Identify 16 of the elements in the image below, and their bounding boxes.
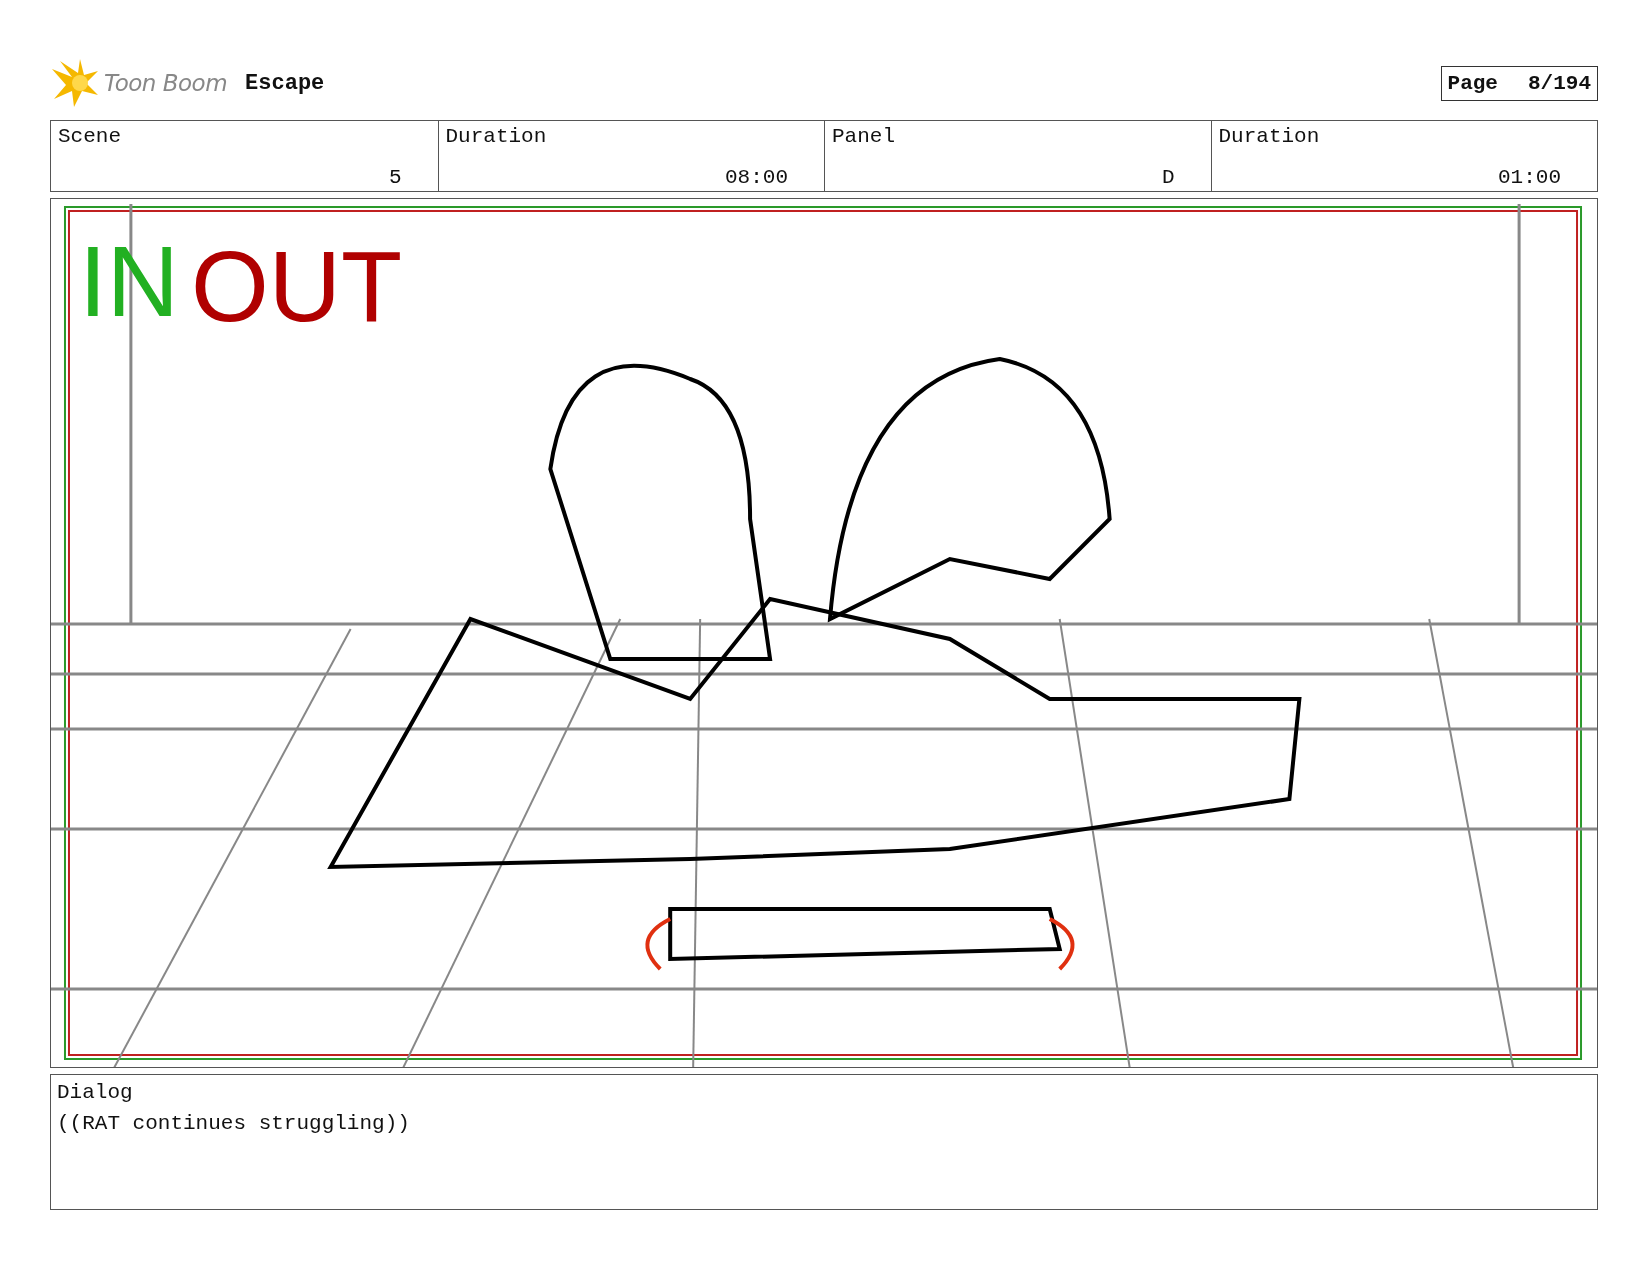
dialog-text: ((RAT continues struggling)) — [57, 1112, 411, 1135]
field-label: Panel — [832, 125, 895, 148]
out-marker: OUT — [191, 236, 403, 336]
project-title: Escape — [245, 70, 325, 96]
page-indicator: Page 8/194 — [1440, 65, 1598, 101]
field-value: 5 — [388, 166, 402, 189]
logo-text: Toon Boom — [104, 70, 228, 96]
field-label: Duration — [1218, 125, 1320, 148]
dialog-label: Dialog — [57, 1081, 134, 1104]
field-value: 01:00 — [1498, 166, 1561, 189]
field-value: 08:00 — [725, 166, 788, 189]
starburst-logo-icon — [50, 59, 100, 107]
in-marker: IN — [79, 231, 179, 331]
field-label: Duration — [445, 125, 547, 148]
field-label: Scene — [58, 125, 121, 148]
field-value: D — [1161, 166, 1175, 189]
